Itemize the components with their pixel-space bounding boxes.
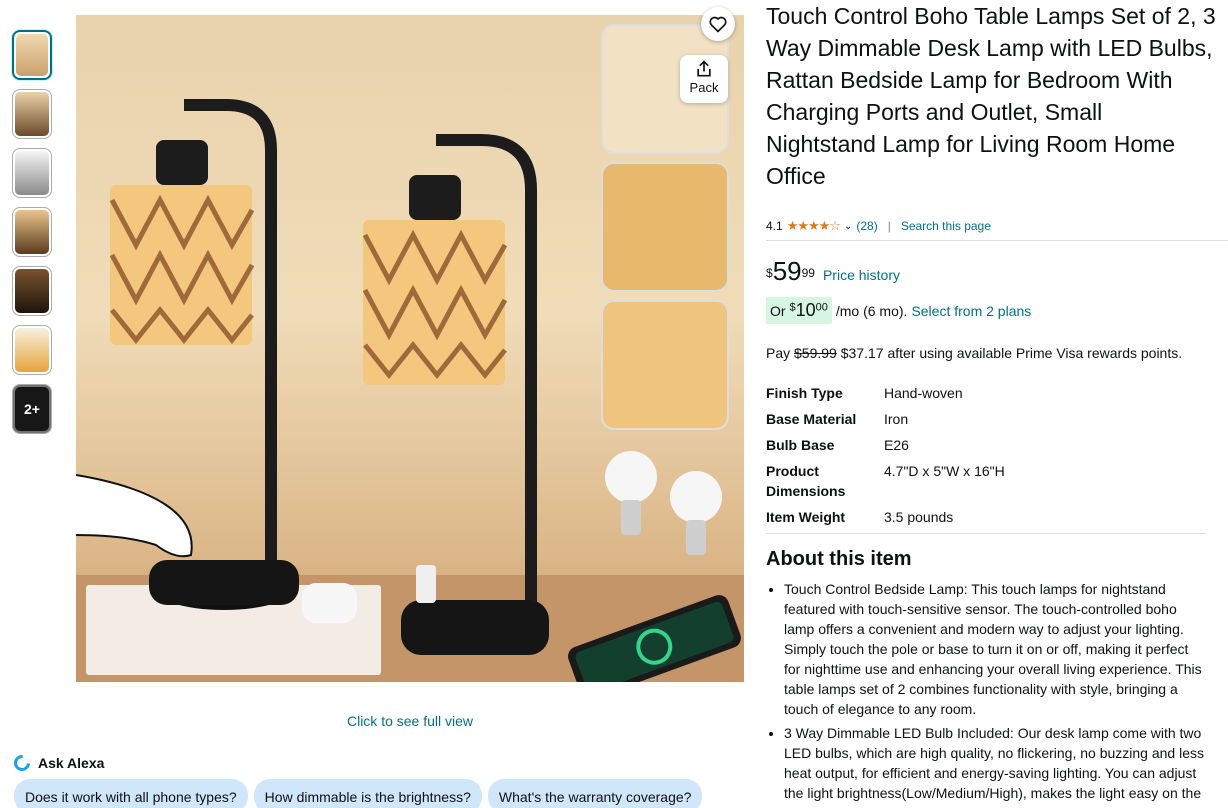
- search-this-page-link[interactable]: Search this page: [901, 219, 991, 233]
- select-plans-link[interactable]: Select from 2 plans: [911, 303, 1031, 319]
- more-images-count: 2+: [13, 385, 51, 433]
- spec-value: 4.7"D x 5"W x 16"H: [884, 463, 1005, 479]
- alexa-questions: Does it work with all phone types? How d…: [14, 779, 703, 808]
- product-info: Touch Control Boho Table Lamps Set of 2,…: [766, 0, 1228, 808]
- alexa-question-chip[interactable]: Does it work with all phone types?: [14, 779, 248, 808]
- spec-row: Finish Type Hand-woven: [766, 383, 1206, 403]
- share-label: Pack: [689, 80, 719, 95]
- prime-visa-offer: Pay $59.99 $37.17 after using available …: [766, 345, 1228, 361]
- rating-row: 4.1 ★★★★☆ ⌄ (28) | Search this page: [766, 218, 1228, 241]
- spec-key: Finish Type: [766, 385, 843, 401]
- thumbnail-1[interactable]: [12, 30, 52, 80]
- prime-new-price: $37.17: [840, 345, 884, 361]
- monthly-price-badge: Or $1000: [766, 297, 832, 324]
- spec-value: 3.5 pounds: [884, 509, 954, 525]
- star-rating-icon[interactable]: ★★★★☆: [787, 218, 841, 234]
- about-bullet: Touch Control Bedside Lamp: This touch l…: [784, 579, 1206, 719]
- price-fraction: 99: [801, 266, 815, 280]
- spec-value: E26: [884, 437, 909, 453]
- spec-value: Hand-woven: [884, 385, 963, 401]
- spec-row: Base Material Iron: [766, 409, 1206, 429]
- alexa-question-chip[interactable]: What's the warranty coverage?: [487, 779, 703, 808]
- thumbnail-2[interactable]: [12, 89, 52, 139]
- spec-row: Product Dimensions 4.7"D x 5"W x 16"H: [766, 461, 1206, 501]
- lamp-illustration: [76, 24, 744, 682]
- rating-separator: |: [887, 219, 891, 233]
- wishlist-heart-button[interactable]: [701, 7, 735, 41]
- thumbnail-strip: 2+: [12, 30, 52, 443]
- price-row: $5999 Price history: [766, 257, 1228, 285]
- monthly-fraction: 00: [815, 301, 828, 314]
- specs-table: Finish Type Hand-woven Base Material Iron …: [766, 383, 1206, 534]
- full-view-link[interactable]: Click to see full view: [76, 713, 744, 729]
- spec-key: Item Weight: [766, 509, 846, 525]
- ask-alexa: Ask Alexa: [10, 751, 105, 775]
- about-bullet: 3 Way Dimmable LED Bulb Included: Our de…: [784, 723, 1206, 808]
- about-heading: About this item: [766, 548, 912, 570]
- review-count-link[interactable]: (28): [856, 219, 877, 233]
- thumbnail-5[interactable]: [12, 266, 52, 316]
- monthly-whole: 10: [795, 300, 816, 320]
- main-product-image[interactable]: [76, 15, 744, 682]
- spec-key: Product Dimensions: [766, 463, 846, 499]
- prime-text: after using available Prime Visa rewards…: [887, 345, 1183, 361]
- price-history-link[interactable]: Price history: [823, 267, 900, 283]
- thumbnail-4[interactable]: [12, 207, 52, 257]
- ask-alexa-label: Ask Alexa: [38, 755, 105, 771]
- about-bullets: Touch Control Bedside Lamp: This touch l…: [766, 579, 1206, 808]
- thumbnail-3[interactable]: [12, 148, 52, 198]
- alexa-question-chip[interactable]: How dimmable is the brightness?: [253, 779, 482, 808]
- chevron-down-icon[interactable]: ⌄: [844, 221, 852, 232]
- spec-row: Bulb Base E26: [766, 435, 1206, 455]
- spec-row: Item Weight 3.5 pounds: [766, 507, 1206, 527]
- rating-value: 4.1: [766, 219, 783, 233]
- thumbnail-more[interactable]: 2+: [12, 384, 52, 434]
- product-title: Touch Control Boho Table Lamps Set of 2,…: [766, 3, 1216, 189]
- prime-old-price: $59.99: [794, 345, 837, 361]
- monthly-per: /mo (6 mo).: [835, 302, 908, 319]
- monthly-payment: Or $1000 /mo (6 mo). Select from 2 plans: [766, 297, 1228, 324]
- thumbnail-6[interactable]: [12, 325, 52, 375]
- spec-key: Bulb Base: [766, 437, 835, 453]
- spec-key: Base Material: [766, 411, 857, 427]
- prime-pay: Pay: [766, 345, 791, 361]
- price: $5999: [766, 257, 815, 285]
- alexa-icon: [10, 751, 34, 775]
- price-whole: 59: [772, 256, 802, 286]
- heart-icon: [709, 16, 727, 33]
- share-button[interactable]: Pack: [680, 55, 728, 103]
- monthly-or: Or: [770, 303, 786, 319]
- share-icon: [697, 60, 711, 77]
- spec-value: Iron: [884, 411, 909, 427]
- price-currency: $: [766, 266, 773, 280]
